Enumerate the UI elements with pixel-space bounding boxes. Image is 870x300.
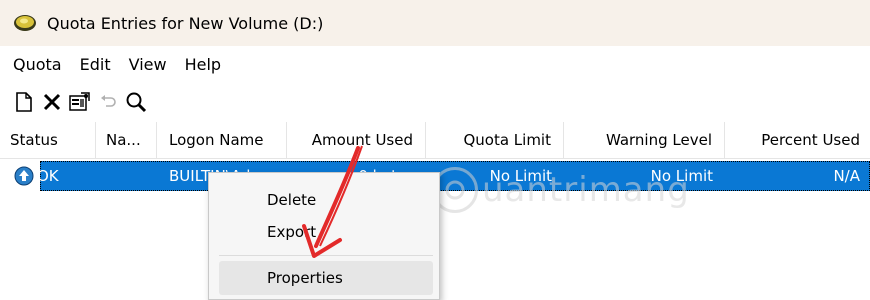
column-amount-used[interactable]: Amount Used <box>287 122 426 158</box>
column-status[interactable]: Status <box>0 122 96 158</box>
status-ok-icon <box>14 166 34 186</box>
undo-icon[interactable] <box>96 90 120 114</box>
row-status-cell: OK <box>0 161 96 191</box>
context-menu-export[interactable]: Export <box>219 215 433 249</box>
window-title: Quota Entries for New Volume (D:) <box>47 13 324 33</box>
toolbar <box>0 82 870 122</box>
row-status: OK <box>37 167 59 185</box>
column-header: Status Na... Logon Name Amount Used Quot… <box>0 122 870 159</box>
row-percent-used: N/A <box>833 167 860 185</box>
menu-edit[interactable]: Edit <box>71 55 120 74</box>
title-bar: Quota Entries for New Volume (D:) <box>0 0 870 46</box>
context-menu-properties[interactable]: Properties <box>219 261 433 295</box>
context-menu-delete[interactable]: Delete <box>219 183 433 217</box>
context-menu: Delete Export Properties <box>208 172 440 300</box>
row-warning-level: No Limit <box>650 167 713 185</box>
context-menu-separator <box>219 255 433 256</box>
menu-quota[interactable]: Quota <box>0 55 71 74</box>
menu-help[interactable]: Help <box>176 55 230 74</box>
column-name[interactable]: Na... <box>96 122 157 158</box>
column-quota-limit[interactable]: Quota Limit <box>426 122 564 158</box>
column-percent-used[interactable]: Percent Used <box>725 122 870 158</box>
new-entry-icon[interactable] <box>12 90 36 114</box>
disk-icon <box>13 10 39 36</box>
row-quota-limit: No Limit <box>489 167 552 185</box>
find-icon[interactable] <box>124 90 148 114</box>
delete-icon[interactable] <box>40 90 64 114</box>
menu-bar: Quota Edit View Help <box>0 46 870 82</box>
properties-icon[interactable] <box>68 90 92 114</box>
menu-view[interactable]: View <box>120 55 176 74</box>
column-logon-name[interactable]: Logon Name <box>157 122 287 158</box>
row-name <box>96 161 157 191</box>
column-warning-level[interactable]: Warning Level <box>564 122 725 158</box>
